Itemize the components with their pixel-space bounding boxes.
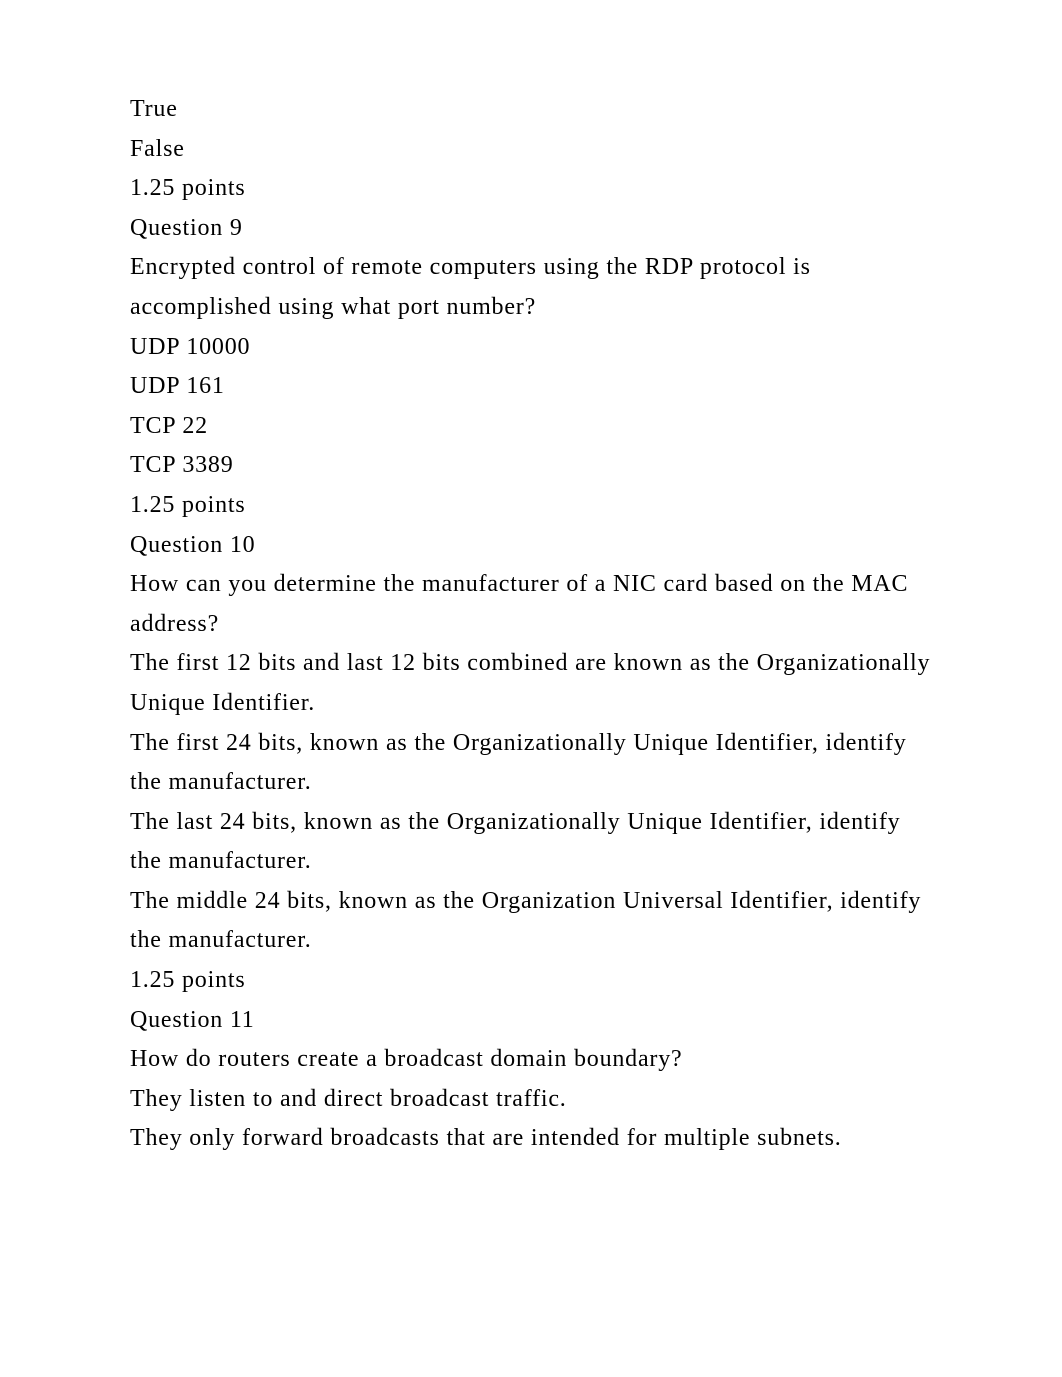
question-text: Encrypted control of remote computers us… <box>130 248 932 327</box>
points-label: 1.25 points <box>130 486 932 526</box>
answer-option: The first 12 bits and last 12 bits combi… <box>130 644 932 723</box>
answer-option: They only forward broadcasts that are in… <box>130 1119 932 1159</box>
answer-option: TCP 22 <box>130 407 932 447</box>
document-body: True False 1.25 points Question 9 Encryp… <box>130 90 932 1159</box>
answer-option: The last 24 bits, known as the Organizat… <box>130 803 932 882</box>
question-heading: Question 9 <box>130 209 932 249</box>
question-text: How do routers create a broadcast domain… <box>130 1040 932 1080</box>
answer-option: UDP 161 <box>130 367 932 407</box>
answer-option: They listen to and direct broadcast traf… <box>130 1080 932 1120</box>
question-heading: Question 10 <box>130 526 932 566</box>
answer-option: The middle 24 bits, known as the Organiz… <box>130 882 932 961</box>
question-heading: Question 11 <box>130 1001 932 1041</box>
answer-option: The first 24 bits, known as the Organiza… <box>130 724 932 803</box>
question-text: How can you determine the manufacturer o… <box>130 565 932 644</box>
answer-option: True <box>130 90 932 130</box>
answer-option: False <box>130 130 932 170</box>
points-label: 1.25 points <box>130 961 932 1001</box>
answer-option: UDP 10000 <box>130 328 932 368</box>
points-label: 1.25 points <box>130 169 932 209</box>
answer-option: TCP 3389 <box>130 446 932 486</box>
